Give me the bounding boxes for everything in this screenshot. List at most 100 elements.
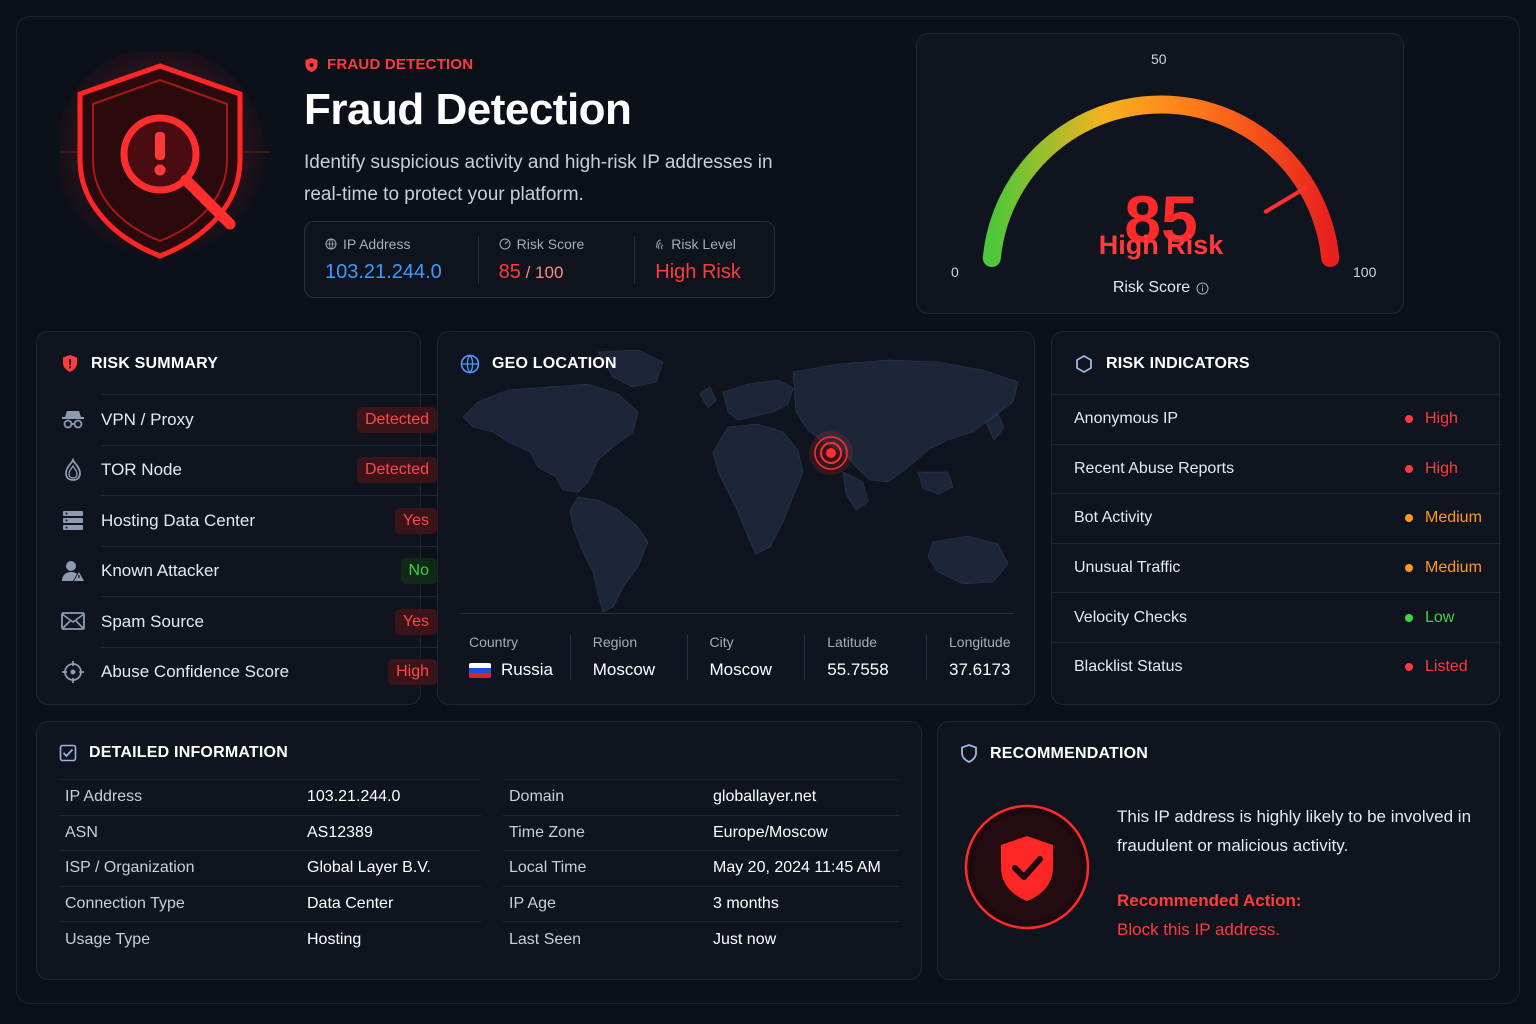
detailed-information-title: DETAILED INFORMATION — [59, 744, 288, 762]
score-max: / 100 — [520, 262, 564, 282]
risk-indicator-row: Bot Activity Medium — [1052, 493, 1501, 543]
envelope-icon — [59, 607, 87, 635]
detail-value: May 20, 2024 11:45 AM — [713, 859, 881, 877]
gauge-tick-mid: 50 — [1151, 51, 1167, 67]
risk-summary-list: VPN / Proxy Detected TOR Node Detected Hosti… — [59, 394, 437, 697]
status-dot — [1405, 464, 1413, 473]
risk-indicator-label: Unusual Traffic — [1074, 559, 1181, 577]
status-dot — [1405, 514, 1413, 523]
risk-indicator-label: Bot Activity — [1074, 509, 1153, 527]
page-title: Fraud Detection — [304, 85, 632, 134]
hero-text: FRAUD DETECTION Fraud Detection Identify… — [304, 56, 864, 211]
detail-value: Just now — [713, 930, 777, 948]
detailed-information-card: DETAILED INFORMATION IP Address 103.21.24… — [36, 721, 922, 980]
detail-value: AS12389 — [307, 823, 373, 841]
risk-summary-label: VPN / Proxy — [101, 409, 194, 429]
gauge-icon — [499, 238, 511, 249]
risk-summary-label: Abuse Confidence Score — [101, 662, 290, 682]
table-row: Time Zone Europe/Moscow — [503, 814, 899, 851]
detail-value: Europe/Moscow — [713, 823, 828, 841]
table-row: Last Seen Just now — [503, 921, 899, 957]
details-right-table: Domain globallayer.net Time Zone Europe/Mos… — [503, 779, 899, 957]
crosshair-icon — [59, 658, 87, 686]
detail-key: Usage Type — [65, 930, 151, 948]
detail-key: Last Seen — [509, 930, 582, 948]
detail-key: ASN — [65, 823, 98, 841]
recommendation-title: RECOMMENDATION — [960, 744, 1148, 763]
risk-indicator-value: High — [1405, 410, 1487, 428]
detail-value: globallayer.net — [713, 788, 817, 806]
status-dot — [1405, 564, 1413, 573]
status-badge: Detected — [356, 457, 437, 484]
risk-summary-row: Hosting Data Center Yes — [59, 495, 437, 546]
detail-key: IP Age — [509, 895, 556, 913]
detail-value: Hosting — [307, 930, 362, 948]
risk-summary-label: Spam Source — [101, 611, 204, 631]
shield-icon — [305, 57, 318, 72]
risk-summary-label: Known Attacker — [101, 561, 220, 581]
geo-latitude: Latitude 55.7558 — [804, 634, 926, 680]
stat-score: Risk Score 85 / 100 — [477, 235, 635, 284]
geo-fields: Country Russia Region Moscow City Moscow… — [460, 613, 1014, 680]
risk-indicator-value: Medium — [1405, 509, 1487, 527]
page-description: Identify suspicious activity and high-ri… — [304, 152, 773, 205]
table-row: Domain globallayer.net — [503, 779, 899, 815]
risk-summary-row: Known Attacker No — [59, 545, 437, 597]
risk-indicator-value: Low — [1405, 609, 1487, 627]
detail-key: Local Time — [509, 859, 587, 877]
status-badge: High — [388, 659, 437, 686]
recommended-action-value: Block this IP address. — [1117, 920, 1281, 939]
user-warning-icon — [59, 557, 87, 585]
risk-summary-row: Abuse Confidence Score High — [59, 646, 437, 698]
table-row: IP Age 3 months — [503, 885, 899, 922]
info-icon[interactable] — [1196, 282, 1209, 295]
russia-flag-icon — [469, 662, 491, 678]
risk-summary-label: TOR Node — [101, 460, 182, 480]
geo-longitude: Longitude 37.6173 — [926, 634, 1014, 680]
risk-summary-label: Hosting Data Center — [101, 510, 256, 530]
risk-indicator-value: High — [1405, 460, 1487, 478]
geo-location-card: GEO LOCATION Country Russia Region Mosco… — [437, 331, 1035, 705]
risk-gauge-card: 0 50 100 85 High Risk Risk Score — [916, 33, 1404, 314]
gauge-label: Risk Score — [917, 279, 1405, 297]
status-badge: Yes — [394, 608, 437, 635]
geo-location-title: GEO LOCATION — [460, 354, 617, 374]
detail-key: ISP / Organization — [65, 859, 195, 877]
shield-search-icon — [60, 52, 270, 259]
geo-region: Region Moscow — [569, 634, 687, 680]
risk-indicators-card: RISK INDICATORS Anonymous IP High Recent A… — [1051, 331, 1501, 705]
gauge-tick-min: 0 — [951, 264, 959, 280]
risk-summary-card: RISK SUMMARY VPN / Proxy Detected TOR Node… — [36, 331, 437, 705]
geo-city: City Moscow — [686, 634, 805, 680]
eyebrow-label: FRAUD DETECTION — [327, 56, 474, 73]
status-dot — [1405, 415, 1413, 424]
stat-ip: IP Address 103.21.244.0 — [305, 236, 478, 284]
shield-icon — [63, 355, 77, 372]
table-row: ISP / Organization Global Layer B.V. — [59, 850, 481, 886]
hexagon-icon — [1076, 354, 1092, 374]
risk-summary-title: RISK SUMMARY — [61, 354, 218, 373]
risk-summary-row: VPN / Proxy Detected — [59, 394, 437, 445]
risk-indicators-title: RISK INDICATORS — [1074, 354, 1250, 374]
server-icon — [59, 506, 87, 534]
status-dot — [1405, 663, 1413, 672]
recommendation-text: This IP address is highly likely to be i… — [1117, 807, 1472, 855]
detail-key: Connection Type — [65, 895, 185, 913]
checklist-icon — [59, 744, 77, 762]
table-row: Usage Type Hosting — [59, 921, 481, 957]
risk-indicator-value: Medium — [1405, 559, 1487, 577]
status-badge: Yes — [394, 507, 437, 534]
gauge-level: High Risk — [1098, 230, 1224, 260]
globe-icon — [460, 354, 480, 374]
risk-indicator-label: Recent Abuse Reports — [1074, 459, 1235, 477]
table-row: Local Time May 20, 2024 11:45 AM — [503, 850, 899, 886]
globe-icon — [325, 238, 337, 249]
stat-level: Risk Level High Risk — [634, 235, 774, 284]
world-map — [462, 349, 1019, 613]
shield-icon — [961, 744, 977, 763]
risk-indicators-list: Anonymous IP High Recent Abuse Reports High… — [1052, 394, 1501, 692]
gauge-tick-max: 100 — [1353, 264, 1377, 280]
details-left-table: IP Address 103.21.244.0 ASN AS12389 ISP / Or… — [59, 779, 481, 957]
fingerprint-icon — [656, 239, 664, 249]
status-badge: Detected — [356, 406, 437, 433]
